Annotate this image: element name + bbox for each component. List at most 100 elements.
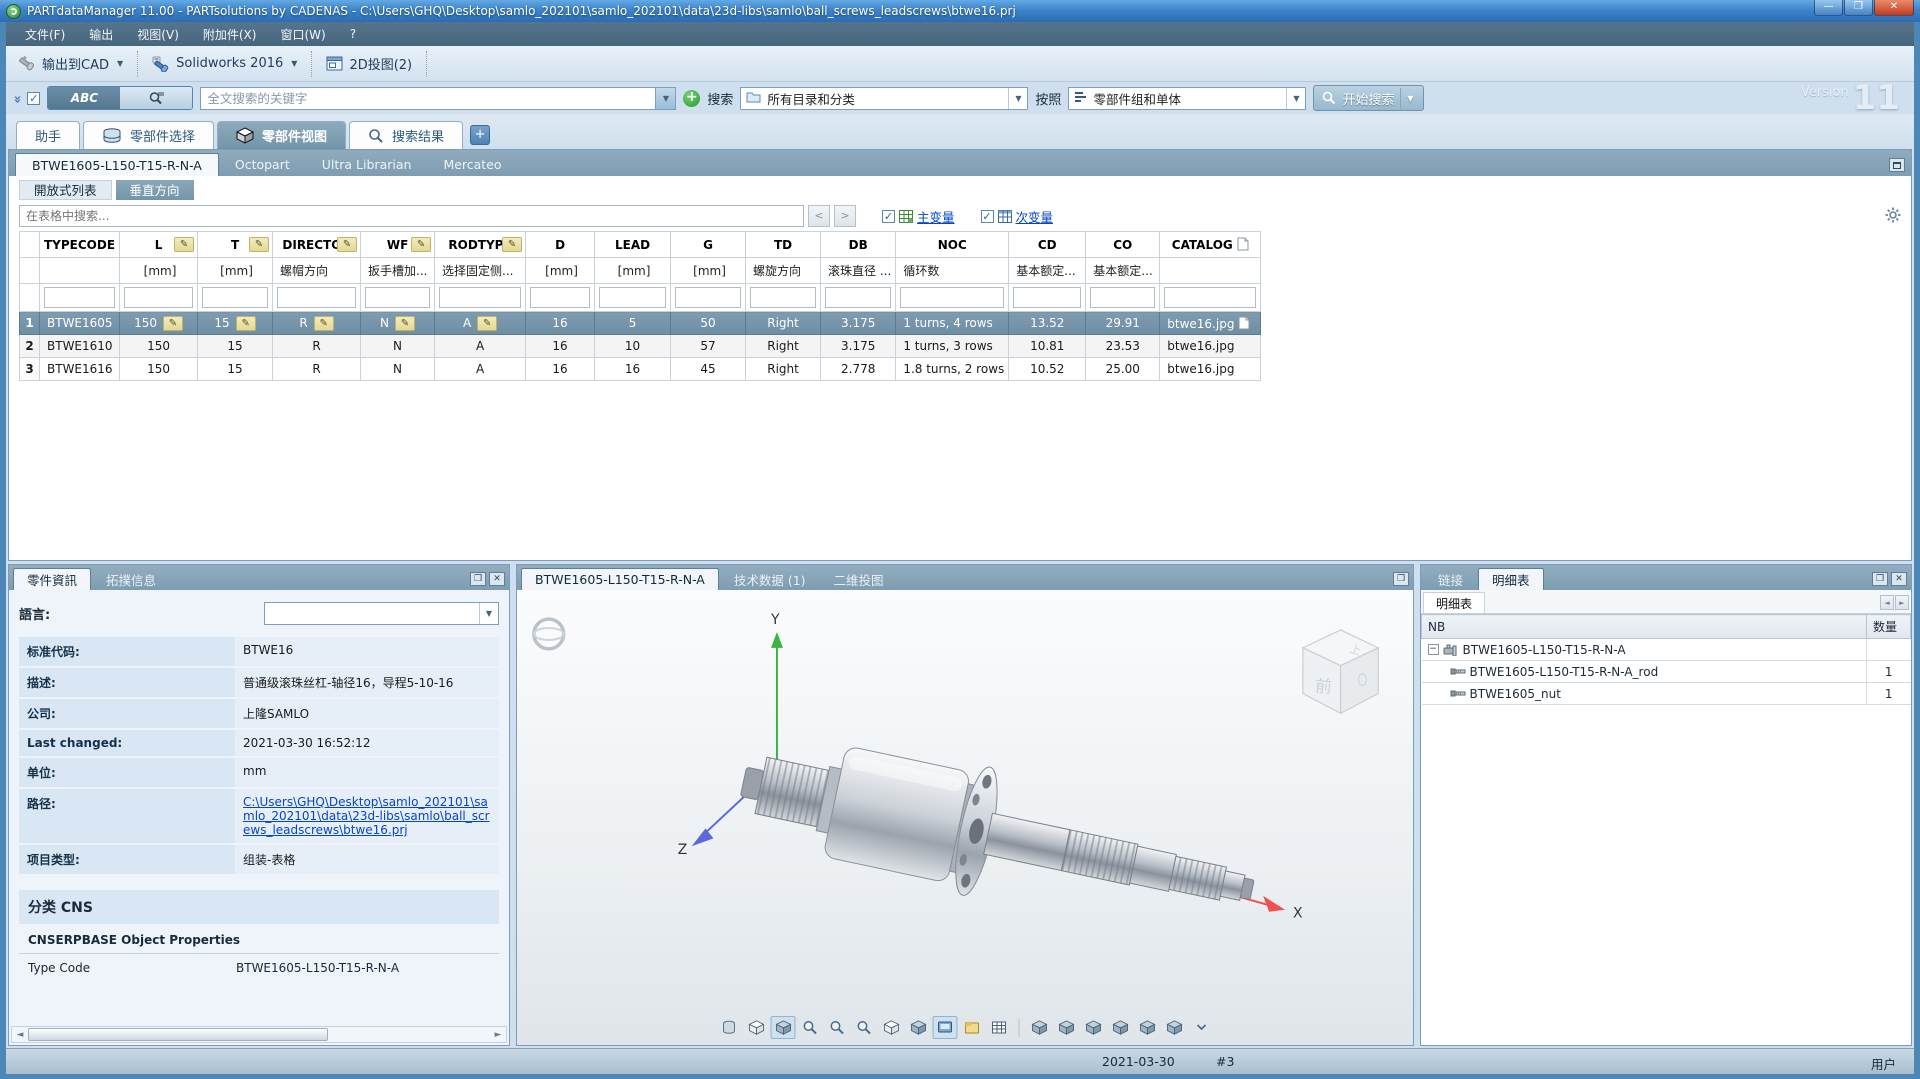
menu-item[interactable]: ? (339, 24, 367, 44)
table-row[interactable]: 3BTWE161615015RNA161645Right2.7781.8 tur… (20, 358, 1261, 381)
nav-tab-3[interactable]: 零部件视图 (217, 121, 346, 149)
tab-2d-derivation[interactable]: 二维投图 (821, 568, 897, 590)
column-filter-input[interactable] (675, 287, 741, 308)
secondary-vars-checkbox[interactable]: ✓ (981, 210, 994, 223)
table-cell[interactable]: R (273, 335, 361, 358)
minimize-button[interactable]: — (1814, 0, 1843, 16)
column-filter-input[interactable] (277, 287, 356, 308)
scroll-right-icon[interactable]: ► (490, 1030, 506, 1040)
start-search-dropdown-icon[interactable]: ▼ (1400, 88, 1419, 109)
column-header[interactable]: CATALOG (1160, 232, 1261, 258)
orbit-icon[interactable] (534, 619, 564, 649)
table-cell[interactable]: btwe16.jpg (1160, 358, 1261, 381)
more-views-icon[interactable] (1189, 1016, 1214, 1039)
export-cad-dropdown-icon[interactable]: ▼ (117, 59, 123, 68)
mode-filter-dropdown-icon[interactable]: ▼ (1286, 88, 1305, 109)
table-cell[interactable]: 16 (526, 312, 595, 335)
view-back-icon[interactable] (1054, 1016, 1079, 1039)
collapse-search-icon[interactable]: » (10, 95, 25, 101)
edit-pencil-icon[interactable]: ✎ (395, 316, 415, 331)
table-cell[interactable]: N✎ (361, 312, 435, 335)
column-filter-input[interactable] (1090, 287, 1155, 308)
search-option-checkbox[interactable]: ✓ (27, 92, 40, 105)
preview-maximize-icon[interactable]: ❒ (1393, 572, 1409, 586)
shaded-view-icon[interactable] (906, 1016, 931, 1039)
view-front-icon[interactable] (1027, 1016, 1052, 1039)
column-filter-input[interactable] (900, 287, 1004, 308)
edit-pencil-icon[interactable]: ✎ (174, 237, 194, 252)
column-filter-input[interactable] (530, 287, 590, 308)
catalog-filter-dropdown-icon[interactable]: ▼ (1008, 88, 1027, 109)
bom-close-icon[interactable]: ✕ (1891, 572, 1907, 586)
tab-part-info[interactable]: 零件資訊 (13, 568, 91, 590)
tab-links[interactable]: 链接 (1425, 568, 1476, 590)
keyword-search-input[interactable] (200, 87, 655, 110)
table-maximize-icon[interactable] (1889, 158, 1905, 172)
add-tab-button[interactable]: + (470, 125, 490, 145)
grid-box-icon[interactable] (987, 1016, 1012, 1039)
table-cell[interactable]: Right (746, 312, 821, 335)
table-cell[interactable]: 150✎ (120, 312, 198, 335)
table-cell[interactable]: 15 (198, 335, 273, 358)
edit-pencil-icon[interactable]: ✎ (314, 316, 334, 331)
table-cell[interactable]: 16 (526, 358, 595, 381)
table-cell[interactable]: BTWE1610 (40, 335, 120, 358)
table-cell[interactable]: 23.53 (1086, 335, 1160, 358)
bom-scroll-left-icon[interactable]: ◄ (1880, 595, 1894, 610)
primary-vars-link[interactable]: 主变量 (917, 207, 955, 226)
part-tab-4[interactable]: Mercateo (427, 153, 517, 176)
add-search-icon[interactable]: + (683, 90, 700, 107)
nav-tab-2[interactable]: 零部件选择 (83, 121, 214, 149)
table-cell[interactable]: 10.52 (1009, 358, 1086, 381)
table-cell[interactable]: 25.00 (1086, 358, 1160, 381)
variable-search-toggle[interactable] (120, 87, 192, 109)
table-cell[interactable]: 3.175 (821, 312, 896, 335)
table-cell[interactable]: btwe16.jpg (1160, 335, 1261, 358)
tab-topology-info[interactable]: 拓撲信息 (93, 568, 169, 590)
column-header[interactable]: T✎ (198, 232, 273, 258)
maximize-button[interactable]: ❒ (1844, 0, 1873, 16)
find-prev-button[interactable]: < (808, 205, 830, 227)
table-cell[interactable]: BTWE1616 (40, 358, 120, 381)
column-filter-input[interactable] (1013, 287, 1081, 308)
start-search-button[interactable]: 开始搜索 ▼ (1313, 85, 1424, 111)
edit-pencil-icon[interactable]: ✎ (249, 237, 269, 252)
table-cell[interactable]: N (361, 358, 435, 381)
menu-item[interactable]: 窗口(W) (269, 23, 336, 46)
table-cell[interactable]: R (273, 358, 361, 381)
table-cell[interactable]: A (435, 358, 526, 381)
table-search-input[interactable] (19, 205, 804, 227)
column-filter-input[interactable] (750, 287, 816, 308)
bom-scroll-right-icon[interactable]: ► (1895, 595, 1909, 610)
table-settings-gear-icon[interactable] (1885, 207, 1901, 226)
keyword-dropdown-icon[interactable]: ▼ (655, 87, 676, 110)
nav-tab-4[interactable]: 搜索结果 (349, 121, 463, 149)
bom-name-cell[interactable]: BTWE1605_nut (1422, 683, 1867, 705)
scrollbar-thumb[interactable] (28, 1028, 328, 1041)
table-cell[interactable]: 15✎ (198, 312, 273, 335)
table-cell[interactable]: 15 (198, 358, 273, 381)
table-cell[interactable]: 3.175 (821, 335, 896, 358)
column-header[interactable]: DB (821, 232, 896, 258)
part-tab-1[interactable]: BTWE1605-L150-T15-R-N-A (15, 153, 219, 176)
table-cell[interactable]: 1 turns, 4 rows (896, 312, 1009, 335)
view-top-icon[interactable] (1135, 1016, 1160, 1039)
column-header[interactable]: TD (746, 232, 821, 258)
cad-system-button[interactable]: Solidworks 2016 ▼ (144, 52, 305, 76)
bom-row[interactable]: BTWE1605_nut1 (1422, 683, 1911, 705)
tab-tech-data[interactable]: 技术数据 (1) (721, 568, 819, 590)
column-filter-input[interactable] (825, 287, 891, 308)
edit-pencil-icon[interactable]: ✎ (411, 237, 431, 252)
ball-screw-model[interactable] (730, 718, 1266, 954)
catalog-filter-select[interactable]: 所有目录和分类 ▼ (740, 87, 1028, 110)
table-cell[interactable]: A (435, 335, 526, 358)
table-cell[interactable]: Right (746, 358, 821, 381)
tab-bom[interactable]: 明细表 (1478, 568, 1544, 590)
scroll-left-icon[interactable]: ◄ (12, 1030, 28, 1040)
menu-item[interactable]: 文件(F) (14, 23, 76, 46)
column-filter-input[interactable] (365, 287, 430, 308)
primary-vars-checkbox[interactable]: ✓ (882, 210, 895, 223)
part-info-maximize-icon[interactable]: ❒ (470, 572, 486, 586)
column-filter-input[interactable] (1164, 287, 1256, 308)
table-cell[interactable]: 16 (595, 358, 671, 381)
